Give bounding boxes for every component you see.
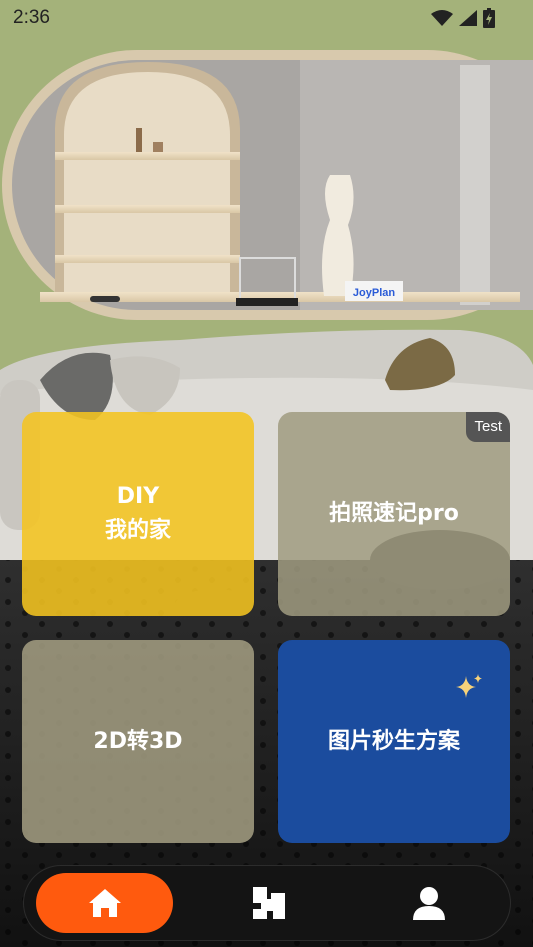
nav-floorplan-tab[interactable] [229,873,309,933]
instant-plan-card[interactable]: 图片秒生方案 [278,640,510,843]
instant-card-label: 图片秒生方案 [327,728,460,754]
battery-charging-icon [483,8,495,28]
convert-card-label: 2D转3D [93,728,183,754]
bottom-nav-bar [24,866,510,940]
profile-icon [413,887,445,920]
sparkle-icon [456,674,482,698]
nav-profile-tab[interactable] [389,873,469,933]
photo-card-label: 拍照速记pro [329,501,459,526]
wifi-icon [431,10,453,26]
2d-to-3d-card[interactable]: 2D转3D [22,640,254,843]
status-time: 2:36 [13,7,50,28]
diy-card-label: DIY 我的家 [104,484,171,543]
test-badge: Test [466,412,510,442]
status-bar: 2:36 [0,0,533,36]
home-icon [88,889,121,917]
status-icons [431,8,495,28]
cellular-signal-icon [459,10,477,26]
photo-notes-pro-card[interactable]: Test 拍照速记pro [278,412,510,616]
nav-home-tab[interactable] [36,873,173,933]
brand-sign: JoyPlan [353,287,395,299]
diy-my-home-card[interactable]: DIY 我的家 [22,412,254,616]
floorplan-icon [253,887,285,919]
